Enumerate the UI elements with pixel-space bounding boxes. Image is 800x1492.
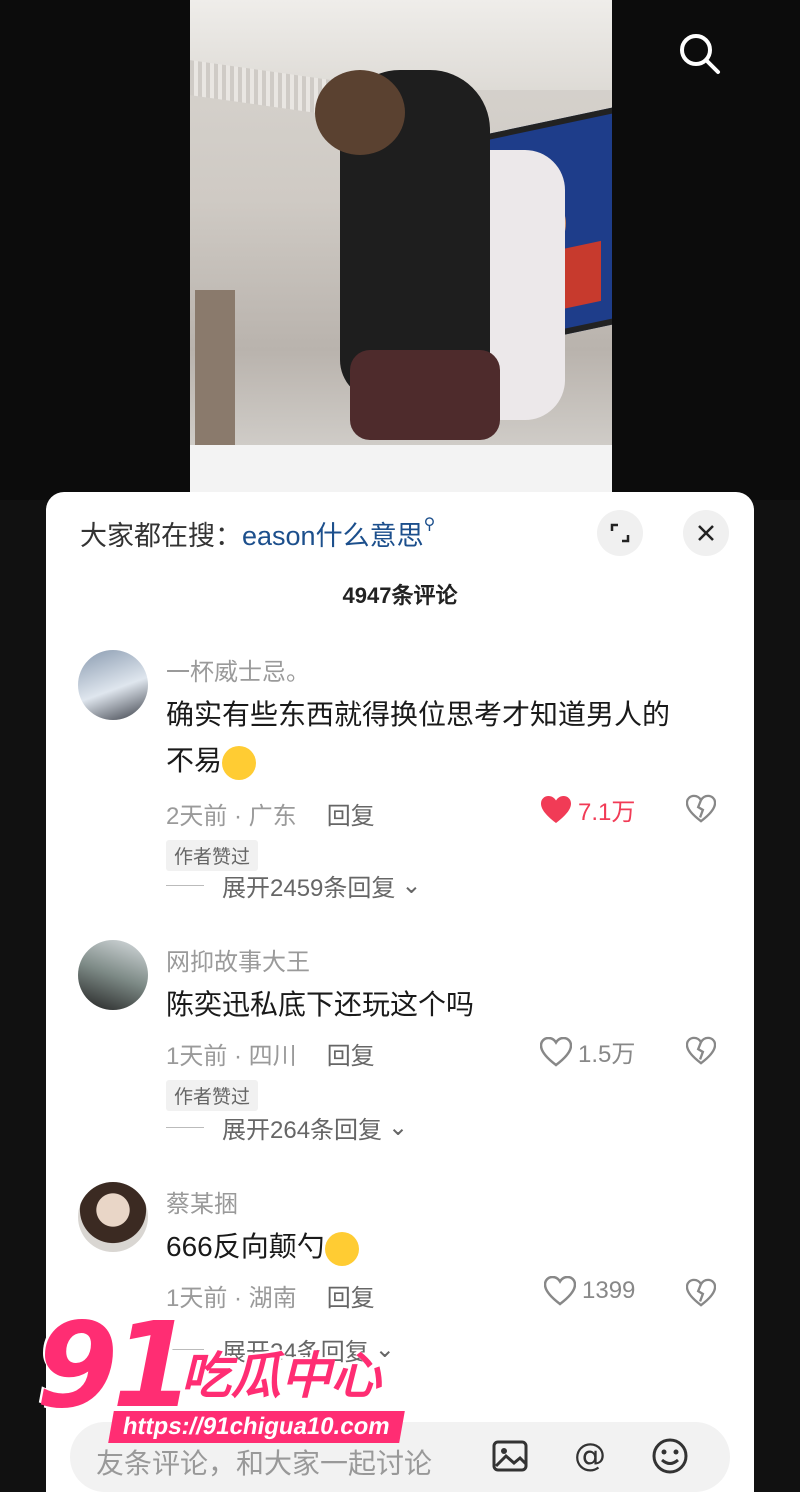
- search-icon[interactable]: [676, 30, 724, 78]
- comment-text: 陈奕迅私底下还玩这个吗: [166, 982, 726, 1028]
- comment-time-location: 1天前 · 四川: [166, 1043, 297, 1070]
- chevron-down-icon: ⌄: [388, 1114, 409, 1141]
- watermark-number: 91: [36, 1296, 194, 1434]
- expand-replies-label: 展开2459条回复: [222, 875, 396, 902]
- video-shorts: [350, 350, 500, 440]
- like-count: 1.5万: [578, 1041, 636, 1068]
- smile-emoji-icon: [324, 1231, 359, 1266]
- hot-search[interactable]: 大家都在搜：eason什么意思⚲: [80, 514, 435, 553]
- heart-icon: [540, 1036, 572, 1067]
- hot-search-term[interactable]: eason什么意思: [242, 521, 424, 551]
- like-button[interactable]: 1.5万: [540, 1034, 635, 1069]
- expand-replies-label: 展开264条回复: [222, 1117, 383, 1144]
- avatar[interactable]: [78, 650, 148, 720]
- close-icon: [698, 525, 714, 541]
- chevron-down-icon: ⌄: [401, 872, 422, 899]
- expand-replies-button[interactable]: 展开2459条回复 ⌄: [166, 868, 422, 903]
- close-button[interactable]: [683, 510, 729, 556]
- like-button[interactable]: 7.1万: [540, 792, 635, 827]
- reply-button[interactable]: 回复: [327, 1043, 375, 1070]
- heart-icon: [541, 795, 571, 823]
- svg-text:@: @: [574, 1436, 606, 1474]
- video-door: [195, 290, 235, 450]
- dislike-heart-icon[interactable]: [685, 794, 717, 824]
- reply-button[interactable]: 回复: [327, 803, 375, 830]
- watermark-url: https://91chigua10.com: [108, 1411, 405, 1443]
- expand-replies-button[interactable]: 展开264条回复 ⌄: [166, 1110, 408, 1145]
- comment-meta: 2天前 · 广东 回复: [166, 796, 375, 831]
- comment-count: 4947条评论: [342, 583, 458, 608]
- comment-text-line: 确实有些东西就得换位思考才知道男人的: [166, 699, 671, 730]
- hot-search-label: 大家都在搜：: [80, 521, 242, 551]
- video-player[interactable]: [0, 0, 800, 500]
- dislike-heart-icon[interactable]: [685, 1278, 717, 1308]
- emoji-icon[interactable]: [650, 1436, 690, 1476]
- expand-button[interactable]: [597, 510, 643, 556]
- comment-username[interactable]: 一杯威士忌。: [166, 652, 310, 687]
- comment-time-location: 2天前 · 广东: [166, 803, 297, 830]
- avatar[interactable]: [78, 940, 148, 1010]
- dislike-heart-icon[interactable]: [685, 1036, 717, 1066]
- watermark-logo: 91 吃瓜中心 https://91chigua10.com: [36, 1306, 436, 1456]
- heart-icon: [544, 1276, 576, 1306]
- comment-text-line: 陈奕迅私底下还玩这个吗: [166, 989, 475, 1020]
- comment-username[interactable]: 蔡某捆: [166, 1184, 238, 1219]
- at-icon[interactable]: @: [570, 1436, 610, 1476]
- crying-emoji-icon: [222, 745, 257, 780]
- comment-text: 确实有些东西就得换位思考才知道男人的 不易: [166, 692, 726, 784]
- like-count: 1399: [582, 1277, 636, 1304]
- image-icon[interactable]: [490, 1436, 530, 1476]
- video-frame: [190, 0, 612, 500]
- watermark-title: 吃瓜中心: [181, 1348, 381, 1404]
- like-button[interactable]: 1399: [544, 1276, 635, 1306]
- expand-icon: [610, 523, 630, 543]
- comment-text-line: 666反向颠勺: [166, 1231, 325, 1262]
- divider-line: [166, 885, 204, 886]
- video-hair: [315, 70, 405, 155]
- search-small-icon: ⚲: [423, 516, 436, 533]
- comment-text: 666反向颠勺: [166, 1224, 726, 1270]
- comment-meta: 1天前 · 四川 回复: [166, 1036, 375, 1071]
- divider-line: [166, 1127, 204, 1128]
- like-count: 7.1万: [578, 799, 636, 826]
- comment-text-line: 不易: [166, 745, 223, 776]
- comment-username[interactable]: 网抑故事大王: [166, 942, 310, 977]
- author-liked-badge: 作者赞过: [166, 840, 259, 871]
- avatar[interactable]: [78, 1182, 148, 1252]
- author-liked-badge: 作者赞过: [166, 1080, 259, 1111]
